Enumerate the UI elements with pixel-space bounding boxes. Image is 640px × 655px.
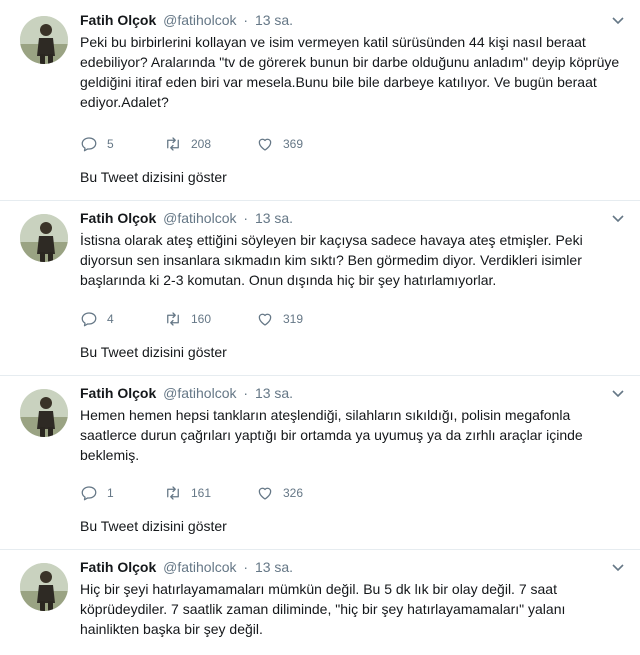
reply-count: 4 — [107, 312, 114, 326]
author-handle[interactable]: @fatiholcok — [163, 210, 236, 226]
reply-button[interactable]: 5 — [80, 135, 114, 153]
retweet-button[interactable]: 160 — [164, 310, 211, 328]
tweet[interactable]: Fatih Olçok @fatiholcok · 13 sa. Hiç bir… — [0, 550, 640, 655]
separator-dot: · — [243, 385, 249, 401]
show-thread-link[interactable]: Bu Tweet dizisini göster — [80, 167, 227, 187]
retweet-icon — [167, 486, 179, 500]
tweet-text: Hemen hemen hepsi tankların ateşlendiği,… — [80, 407, 583, 463]
avatar[interactable] — [20, 214, 68, 262]
author-handle[interactable]: @fatiholcok — [163, 12, 236, 28]
author-name[interactable]: Fatih Olçok — [80, 559, 156, 575]
separator-dot: · — [243, 210, 249, 226]
reply-icon — [81, 312, 97, 327]
chevron-down-icon[interactable] — [608, 557, 628, 577]
reply-count: 1 — [107, 486, 114, 500]
author-handle[interactable]: @fatiholcok — [163, 385, 236, 401]
retweet-count: 161 — [191, 486, 212, 500]
tweet-text: Hiç bir şeyi hatırlayamamaları mümkün de… — [80, 581, 566, 637]
tweet-text: Peki bu birbirlerini kollayan ve isim ve… — [80, 34, 620, 110]
avatar[interactable] — [20, 16, 68, 64]
reply-count: 5 — [107, 137, 114, 151]
author-handle[interactable]: @fatiholcok — [163, 559, 236, 575]
like-icon — [258, 487, 272, 500]
show-thread-link[interactable]: Bu Tweet dizisini göster — [80, 342, 227, 362]
chevron-down-icon[interactable] — [608, 383, 628, 403]
like-icon — [258, 138, 272, 151]
tweet-header: Fatih Olçok @fatiholcok · 13 sa. — [80, 557, 600, 577]
like-icon — [258, 313, 272, 326]
like-button[interactable]: 369 — [256, 135, 303, 153]
retweet-icon — [167, 137, 179, 151]
tweet[interactable]: Fatih Olçok @fatiholcok · 13 sa. Hemen h… — [0, 376, 640, 550]
separator-dot: · — [243, 12, 249, 28]
like-button[interactable]: 326 — [256, 484, 303, 502]
tweet[interactable]: Fatih Olçok @fatiholcok · 13 sa. İstisna… — [0, 201, 640, 376]
like-count: 326 — [283, 486, 304, 500]
retweet-count: 160 — [191, 312, 212, 326]
reply-button[interactable]: 4 — [80, 310, 114, 328]
tweet[interactable]: Fatih Olçok @fatiholcok · 13 sa. Peki bu… — [0, 0, 640, 201]
retweet-count: 208 — [191, 137, 212, 151]
timestamp[interactable]: 13 sa. — [255, 559, 293, 575]
retweet-button[interactable]: 161 — [164, 484, 211, 502]
author-name[interactable]: Fatih Olçok — [80, 385, 156, 401]
like-count: 319 — [283, 312, 304, 326]
like-count: 369 — [283, 137, 304, 151]
separator-dot: · — [243, 559, 249, 575]
reply-icon — [81, 486, 97, 501]
like-button[interactable]: 319 — [256, 310, 303, 328]
avatar[interactable] — [20, 389, 68, 437]
timestamp[interactable]: 13 sa. — [255, 385, 293, 401]
reply-button[interactable]: 1 — [80, 484, 114, 502]
author-name[interactable]: Fatih Olçok — [80, 12, 156, 28]
author-name[interactable]: Fatih Olçok — [80, 210, 156, 226]
tweet-header: Fatih Olçok @fatiholcok · 13 sa. — [80, 383, 600, 403]
avatar[interactable] — [20, 563, 68, 611]
tweet-text: İstisna olarak ateş ettiğini söyleyen bi… — [80, 232, 583, 288]
retweet-button[interactable]: 208 — [164, 135, 211, 153]
retweet-icon — [167, 312, 179, 326]
chevron-down-icon[interactable] — [608, 208, 628, 228]
show-thread-link[interactable]: Bu Tweet dizisini göster — [80, 516, 227, 536]
timestamp[interactable]: 13 sa. — [255, 12, 293, 28]
reply-icon — [81, 137, 97, 152]
tweet-header: Fatih Olçok @fatiholcok · 13 sa. — [80, 10, 600, 30]
chevron-down-icon[interactable] — [608, 10, 628, 30]
timestamp[interactable]: 13 sa. — [255, 210, 293, 226]
tweet-header: Fatih Olçok @fatiholcok · 13 sa. — [80, 208, 600, 228]
